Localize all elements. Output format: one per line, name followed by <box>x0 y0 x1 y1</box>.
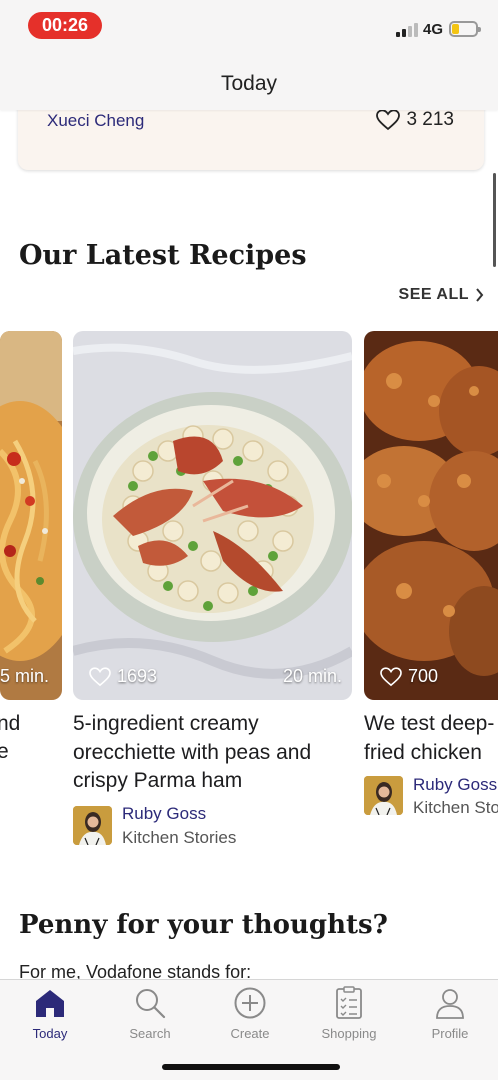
tab-label: Search <box>129 1026 171 1041</box>
recipe-author[interactable]: Ruby Goss <box>413 775 497 795</box>
scroll-indicator <box>493 173 496 267</box>
signal-icon <box>396 23 418 37</box>
avatar[interactable] <box>73 806 112 845</box>
recipe-like-button[interactable]: 700 <box>380 666 438 687</box>
search-icon <box>136 989 166 1019</box>
recipe-author-org: Kitchen Stories <box>122 828 237 847</box>
tab-label: Shopping <box>321 1026 377 1041</box>
status-bar: 00:26 4G <box>0 0 498 52</box>
recipe-author[interactable]: Ruby Goss <box>122 804 206 824</box>
previous-card-likes: 3 213 <box>406 109 454 130</box>
status-time[interactable]: 00:26 <box>28 12 102 39</box>
recipe-title-partial-1[interactable]: nd <box>0 710 20 739</box>
recipe-time: 20 min. <box>282 666 342 686</box>
shopping-list-icon <box>336 986 362 1019</box>
network-type: 4G <box>423 21 444 38</box>
recipe-title-partial-2[interactable]: e <box>0 738 9 767</box>
tab-label: Create <box>230 1026 270 1041</box>
tab-search[interactable]: Search <box>105 986 195 1041</box>
previous-card-like-button[interactable]: 3 213 <box>376 109 454 131</box>
recipe-time: 5 min. <box>0 666 50 686</box>
heart-icon <box>380 666 402 686</box>
tab-profile[interactable]: Profile <box>405 986 495 1041</box>
recipe-card-image[interactable]: 700 <box>364 331 498 700</box>
person-icon <box>436 989 464 1019</box>
recipe-card-image[interactable]: 5 min. <box>0 331 62 700</box>
home-icon <box>36 990 64 1017</box>
tab-today[interactable]: Today <box>5 986 95 1041</box>
recipe-likes: 1693 <box>117 666 158 686</box>
latest-recipes-title: Our Latest Recipes <box>19 240 307 271</box>
avatar[interactable] <box>364 776 403 815</box>
previous-card-author[interactable]: Xueci Cheng <box>47 111 144 131</box>
survey-title: Penny for your thoughts? <box>19 910 388 940</box>
recipe-author-org: Kitchen Sto <box>413 798 498 817</box>
recipe-card-image[interactable]: 1693 20 min. <box>73 331 352 700</box>
tab-create[interactable]: Create <box>205 986 295 1041</box>
battery-icon <box>449 21 481 37</box>
see-all-label: SEE ALL <box>398 286 469 303</box>
plus-circle-icon <box>234 987 266 1019</box>
heart-icon <box>376 109 401 131</box>
home-indicator[interactable] <box>162 1064 340 1070</box>
tab-label: Profile <box>431 1026 469 1041</box>
heart-icon <box>89 666 111 686</box>
recipe-like-button[interactable]: 1693 <box>89 666 157 687</box>
app-screen: 00:26 4G Today Xueci Cheng 3 213 Our Lat… <box>0 0 498 1080</box>
recipe-title[interactable]: 5-ingredient creamy orecchiette with pea… <box>73 710 353 796</box>
navigation-bar: Today <box>0 52 498 110</box>
recipe-title[interactable]: We test deep-fried chicken <box>364 710 498 767</box>
tab-shopping[interactable]: Shopping <box>304 986 394 1041</box>
recipe-likes: 700 <box>408 666 439 686</box>
chevron-right-icon <box>476 288 484 302</box>
page-title: Today <box>220 72 278 95</box>
see-all-link[interactable]: SEE ALL <box>399 286 484 304</box>
tab-label: Today <box>32 1026 68 1041</box>
